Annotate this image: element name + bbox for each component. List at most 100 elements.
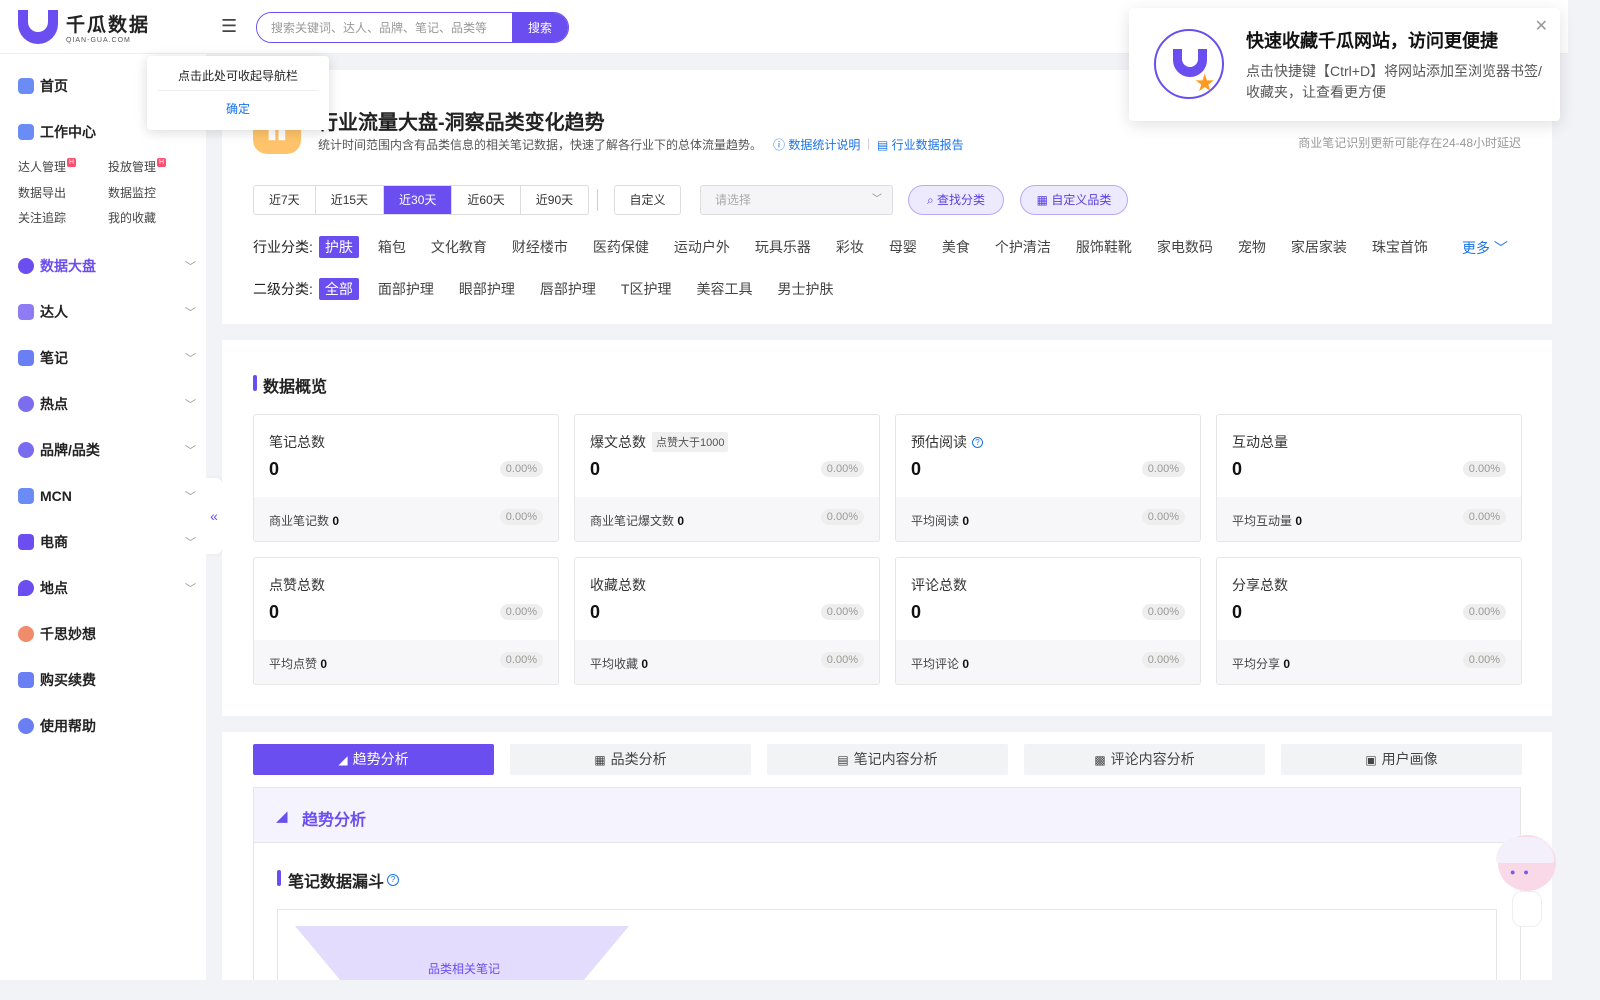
sidebar-item-label: 热点 bbox=[40, 396, 68, 412]
sidebar-sub-influencer-manage[interactable]: 达人管理 H bbox=[18, 158, 77, 175]
industry-skincare[interactable]: 护肤 bbox=[318, 236, 359, 258]
metric-name: 点赞总数 bbox=[269, 575, 325, 595]
sidebar-sub-follow-track[interactable]: 关注追踪 bbox=[18, 209, 66, 226]
more-industries-link[interactable]: 更多 ﹀ bbox=[1462, 238, 1508, 258]
logo[interactable]: 千瓜数据 QIAN-GUA.COM bbox=[18, 10, 150, 44]
custom-range-button[interactable]: 自定义 bbox=[614, 185, 681, 215]
close-icon[interactable]: ✕ bbox=[1535, 16, 1548, 36]
sidebar-item-ideas[interactable]: 千思妙想 bbox=[18, 623, 196, 645]
metric-sub-change: 0.00% bbox=[820, 509, 864, 525]
sidebar-item-influencer[interactable]: 达人 ﹀ bbox=[18, 301, 196, 323]
tab-label: 评论内容分析 bbox=[1110, 751, 1195, 767]
metric-name: 评论总数 bbox=[911, 575, 967, 595]
metric-sub: 平均互动量 0 bbox=[1232, 512, 1302, 529]
menu-collapse-icon[interactable]: ☰ bbox=[221, 16, 241, 36]
industry-apparel[interactable]: 服饰鞋靴 bbox=[1070, 236, 1138, 258]
range-90d-button[interactable]: 近90天 bbox=[520, 186, 589, 214]
metric-card: 收藏总数 0 0.00% 平均收藏 0 0.00% bbox=[574, 557, 880, 685]
find-category-label: 查找分类 bbox=[937, 193, 986, 207]
metric-footer: 平均阅读 0 0.00% bbox=[896, 497, 1200, 541]
mascot-eyes: ●● bbox=[1510, 867, 1537, 877]
sidebar-item-purchase[interactable]: 购买续费 bbox=[18, 669, 196, 691]
sidebar-item-hot[interactable]: 热点 ﹀ bbox=[18, 393, 196, 415]
logo-name: 千瓜数据 bbox=[66, 15, 151, 36]
sidebar-item-help[interactable]: 使用帮助 bbox=[18, 715, 196, 737]
sidebar-sub-favorites[interactable]: 我的收藏 bbox=[108, 209, 156, 226]
secondary-face-care[interactable]: 面部护理 bbox=[372, 278, 440, 300]
category-select[interactable]: 请选择 ﹀ bbox=[700, 185, 893, 215]
mascot-assistant[interactable]: ●● bbox=[1490, 835, 1560, 980]
sidebar-item-label: 购买续费 bbox=[40, 672, 96, 688]
industry-health[interactable]: 医药保健 bbox=[587, 236, 655, 258]
tooltip-confirm-button[interactable]: 确定 bbox=[147, 100, 329, 117]
sidebar-item-ecommerce[interactable]: 电商 ﹀ bbox=[18, 531, 196, 553]
metric-sub-value: 0 bbox=[332, 514, 340, 528]
metric-name: 爆文总数 点赞大于1000 bbox=[590, 432, 729, 452]
sidebar-item-location[interactable]: 地点 ﹀ bbox=[18, 577, 196, 599]
industry-finance[interactable]: 财经楼市 bbox=[506, 236, 574, 258]
metric-change: 0.00% bbox=[1141, 604, 1185, 620]
sidebar-collapse-button[interactable]: « bbox=[206, 478, 222, 554]
find-category-button[interactable]: ⌕ 查找分类 bbox=[908, 185, 1004, 215]
industry-personal-care[interactable]: 个护清洁 bbox=[989, 236, 1057, 258]
tab-user-profile[interactable]: ▣ 用户画像 bbox=[1281, 744, 1522, 775]
chevron-down-icon: ﹀ bbox=[185, 261, 196, 273]
delay-note: 商业笔记识别更新可能存在24-48小时延迟 bbox=[1298, 136, 1521, 150]
industry-baby[interactable]: 母婴 bbox=[883, 236, 923, 258]
sidebar-sub-data-monitor[interactable]: 数据监控 bbox=[108, 184, 156, 201]
secondary-eye-care[interactable]: 眼部护理 bbox=[453, 278, 521, 300]
metric-sub-label: 平均分享 bbox=[1232, 657, 1281, 671]
industry-electronics[interactable]: 家电数码 bbox=[1151, 236, 1219, 258]
metric-footer: 平均分享 0 0.00% bbox=[1217, 640, 1521, 684]
tab-label: 品类分析 bbox=[610, 751, 667, 767]
sidebar-sub-campaign-manage[interactable]: 投放管理 H bbox=[108, 158, 167, 175]
tab-note-content-analysis[interactable]: ▤ 笔记内容分析 bbox=[767, 744, 1008, 775]
question-circle-icon[interactable]: ? bbox=[972, 436, 983, 448]
logo-mark-icon bbox=[18, 10, 58, 44]
secondary-beauty-tools[interactable]: 美容工具 bbox=[690, 278, 758, 300]
range-30d-button[interactable]: 近30天 bbox=[384, 186, 453, 214]
sidebar-sub-data-export[interactable]: 数据导出 bbox=[18, 184, 66, 201]
home-icon bbox=[18, 78, 34, 94]
chevron-down-icon: ﹀ bbox=[185, 445, 196, 457]
link-divider: | bbox=[867, 136, 871, 150]
tab-comment-analysis[interactable]: ▩ 评论内容分析 bbox=[1024, 744, 1265, 775]
sidebar-item-brand[interactable]: 品牌/品类 ﹀ bbox=[18, 439, 196, 461]
search-input[interactable] bbox=[257, 13, 512, 42]
range-15d-button[interactable]: 近15天 bbox=[315, 186, 385, 214]
metric-name: 笔记总数 bbox=[269, 432, 325, 452]
search-button[interactable]: 搜索 bbox=[512, 13, 568, 42]
sidebar-item-dashboard[interactable]: 数据大盘 ﹀ bbox=[18, 255, 196, 277]
search-icon: ⌕ bbox=[926, 193, 938, 207]
metric-sub: 平均分享 0 bbox=[1232, 655, 1290, 672]
industry-makeup[interactable]: 彩妆 bbox=[830, 236, 870, 258]
industry-bags[interactable]: 箱包 bbox=[372, 236, 412, 258]
range-7d-button[interactable]: 近7天 bbox=[254, 186, 316, 214]
industry-home[interactable]: 家居家装 bbox=[1285, 236, 1353, 258]
secondary-lip-care[interactable]: 唇部护理 bbox=[534, 278, 602, 300]
industry-jewelry[interactable]: 珠宝首饰 bbox=[1366, 236, 1434, 258]
secondary-t-zone[interactable]: T区护理 bbox=[615, 278, 678, 300]
custom-category-button[interactable]: ▦ 自定义品类 bbox=[1020, 185, 1128, 215]
question-circle-icon[interactable]: ? bbox=[387, 874, 399, 886]
secondary-all[interactable]: 全部 bbox=[318, 278, 359, 300]
secondary-men-skincare[interactable]: 男士护肤 bbox=[771, 278, 839, 300]
stats-explanation-link[interactable]: ⓘ 数据统计说明 bbox=[773, 136, 860, 153]
industry-label: 行业分类: bbox=[253, 239, 313, 255]
sidebar-item-mcn[interactable]: MCN ﹀ bbox=[18, 485, 196, 507]
sidebar-item-notes[interactable]: 笔记 ﹀ bbox=[18, 347, 196, 369]
tab-trend-analysis[interactable]: ◢ 趋势分析 bbox=[253, 744, 494, 775]
industry-toys[interactable]: 玩具乐器 bbox=[749, 236, 817, 258]
tab-category-analysis[interactable]: ▦ 品类分析 bbox=[510, 744, 751, 775]
location-pin-icon bbox=[18, 580, 34, 596]
industry-food[interactable]: 美食 bbox=[936, 236, 976, 258]
industry-education[interactable]: 文化教育 bbox=[425, 236, 493, 258]
help-icon bbox=[18, 718, 34, 734]
industry-outdoor[interactable]: 运动户外 bbox=[668, 236, 736, 258]
range-60d-button[interactable]: 近60天 bbox=[452, 186, 521, 214]
metric-label: 笔记总数 bbox=[269, 434, 325, 450]
industry-report-link[interactable]: ▤ 行业数据报告 bbox=[877, 136, 964, 153]
metric-sub-value: 0 bbox=[641, 657, 649, 671]
metric-footer: 商业笔记数 0 0.00% bbox=[254, 497, 558, 541]
industry-pets[interactable]: 宠物 bbox=[1232, 236, 1272, 258]
